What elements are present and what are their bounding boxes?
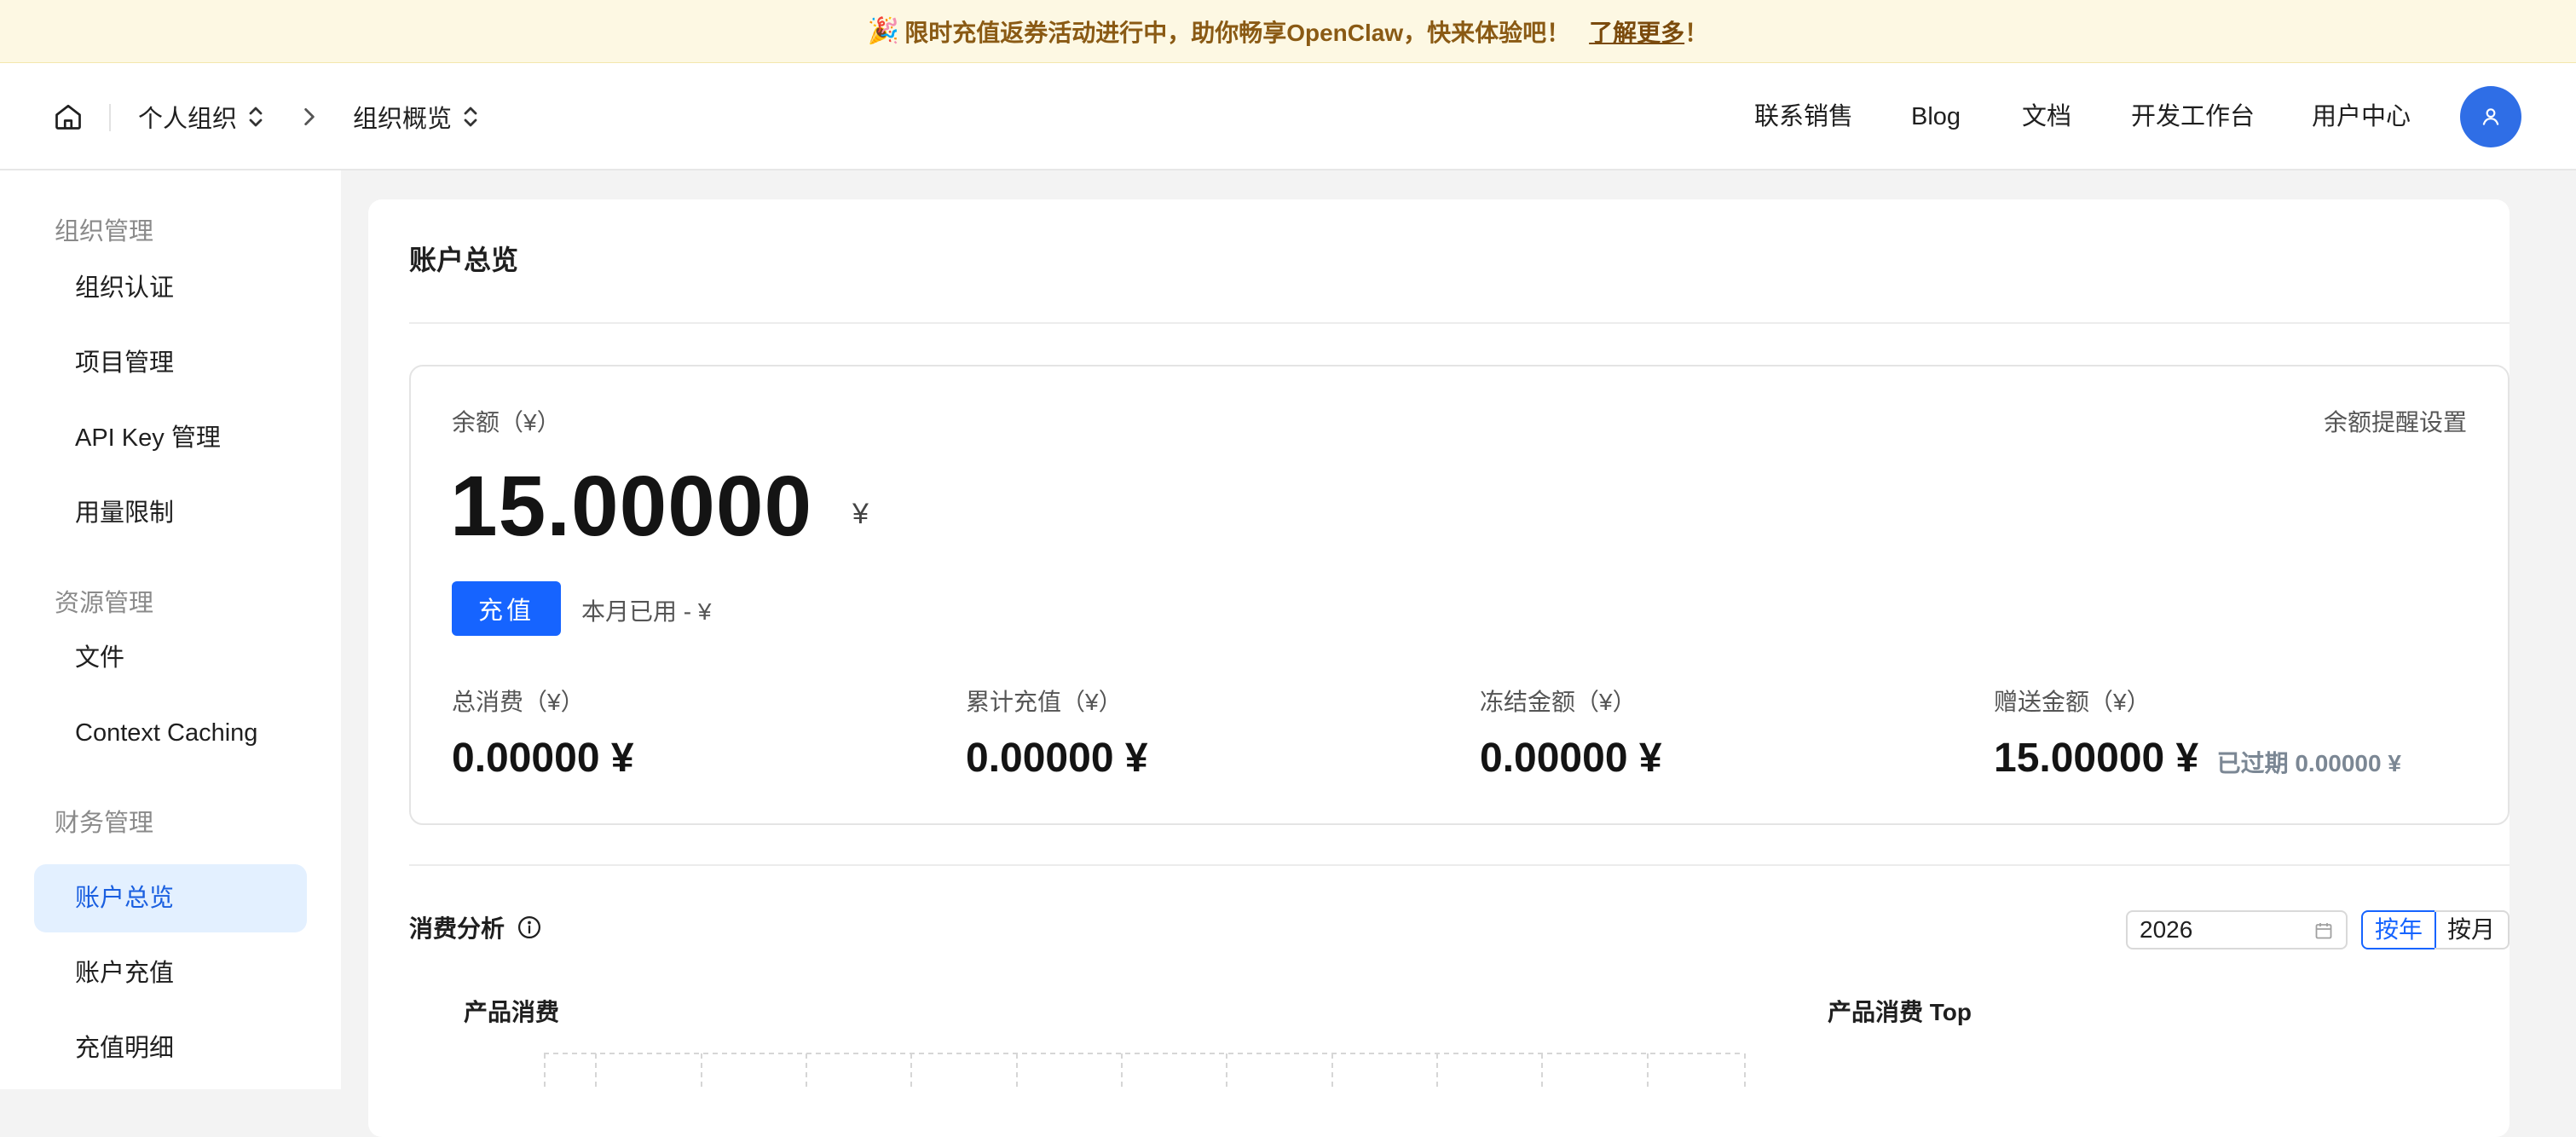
calendar-icon — [2315, 923, 2332, 939]
avatar[interactable] — [2460, 86, 2521, 147]
stat-frozen-amount: 冻结金额（¥） 0.00000 ¥ — [1480, 684, 1662, 782]
stat-gift-amount: 赠送金额（¥） 15.00000 ¥ 已过期 0.00000 ¥ — [1994, 684, 2401, 782]
balance-label: 余额（¥） — [452, 409, 561, 436]
year-picker-value: 2026 — [2140, 916, 2193, 943]
balance-reminder-settings-link[interactable]: 余额提醒设置 — [2324, 404, 2467, 438]
page-title: 账户总览 — [409, 245, 519, 275]
nav-link-dev-console[interactable]: 开发工作台 — [2131, 97, 2255, 136]
title-divider — [409, 322, 2510, 324]
stat-value: 0.00000 ¥ — [966, 736, 1148, 781]
nav-link-blog[interactable]: Blog — [1911, 97, 1961, 136]
section-divider — [409, 864, 2510, 866]
nav-link-docs[interactable]: 文档 — [2022, 97, 2071, 136]
stat-value: 15.00000 ¥ — [1994, 736, 2199, 781]
sidebar: 组织管理 组织认证 项目管理 API Key 管理 用量限制 资源管理 文件 C… — [0, 170, 341, 1089]
chevron-up-down-icon — [249, 107, 263, 127]
top-navigation: 个人组织 组织概览 联系销售 Blog 文档 开发工作台 用户中心 — [0, 63, 2576, 170]
sidebar-item-account-recharge[interactable]: 账户充值 — [34, 939, 307, 1007]
party-popper-icon: 🎉 — [867, 17, 900, 45]
product-consumption-top-title: 产品消费 Top — [1828, 999, 1972, 1025]
consumption-analysis-title: 消费分析 — [409, 910, 542, 944]
nav-link-contact-sales[interactable]: 联系销售 — [1754, 97, 1853, 136]
stat-label: 总消费（¥） — [452, 689, 585, 715]
stat-total-recharge: 累计充值（¥） 0.00000 ¥ — [966, 684, 1148, 782]
expired-amount: 已过期 0.00000 ¥ — [2216, 750, 2401, 776]
banner-tail: ！ — [1684, 19, 1709, 46]
stat-value-row: 15.00000 ¥ 已过期 0.00000 ¥ — [1994, 735, 2401, 782]
stat-label: 赠送金额（¥） — [1994, 689, 2151, 715]
page-switcher-label: 组织概览 — [353, 106, 453, 133]
sidebar-group-resources: 资源管理 — [55, 590, 154, 617]
recharge-button[interactable]: 充值 — [452, 581, 561, 636]
product-consumption-chart-grid — [544, 1053, 1746, 1089]
stat-total-consumption: 总消费（¥） 0.00000 ¥ — [452, 684, 634, 782]
by-year-toggle[interactable]: 按年 — [2361, 910, 2436, 949]
balance-unit: ¥ — [852, 498, 869, 530]
stat-value: 0.00000 ¥ — [452, 736, 634, 781]
stat-label: 累计充值（¥） — [966, 689, 1123, 715]
sidebar-item-account-overview[interactable]: 账户总览 — [34, 864, 307, 932]
info-icon[interactable] — [517, 915, 542, 940]
org-switcher[interactable]: 个人组织 — [138, 97, 264, 136]
sidebar-item-usage-limits[interactable]: 用量限制 — [34, 479, 307, 547]
balance-card: 余额（¥） 余额提醒设置 15.00000 ¥ 充值 本月已用 - ¥ 总消费（… — [409, 365, 2510, 825]
stat-label: 冻结金额（¥） — [1480, 689, 1637, 715]
sidebar-item-context-caching[interactable]: Context Caching — [34, 699, 307, 767]
banner-text: 限时充值返券活动进行中，助你畅享OpenClaw，快来体验吧！ — [904, 19, 1571, 46]
sidebar-item-recharge-details[interactable]: 充值明细 — [34, 1014, 307, 1082]
section-title-label: 消费分析 — [409, 915, 505, 942]
nav-divider — [109, 104, 111, 131]
chevron-right-icon — [304, 107, 315, 126]
nav-link-user-center[interactable]: 用户中心 — [2312, 97, 2411, 136]
page-switcher[interactable]: 组织概览 — [353, 97, 479, 136]
sidebar-item-projects[interactable]: 项目管理 — [34, 329, 307, 397]
sidebar-group-org: 组织管理 — [55, 218, 154, 245]
sidebar-item-api-keys[interactable]: API Key 管理 — [34, 404, 307, 472]
sidebar-item-files[interactable]: 文件 — [34, 624, 307, 692]
stat-value: 0.00000 ¥ — [1480, 736, 1662, 781]
chevron-up-down-icon — [464, 107, 477, 127]
main-content: 账户总览 余额（¥） 余额提醒设置 15.00000 ¥ 充值 本月已用 - ¥… — [368, 199, 2510, 1137]
chart-gridlines — [544, 1053, 1746, 1089]
month-used-text: 本月已用 - ¥ — [581, 598, 712, 625]
sidebar-item-org-verification[interactable]: 组织认证 — [34, 254, 307, 322]
learn-more-link[interactable]: 了解更多 — [1589, 14, 1684, 49]
year-picker[interactable]: 2026 — [2126, 910, 2348, 949]
announcement-banner: 🎉 限时充值返券活动进行中，助你畅享OpenClaw，快来体验吧！ 了解更多 ！ — [0, 0, 2576, 63]
balance-amount: 15.00000 — [450, 459, 813, 554]
by-month-toggle[interactable]: 按月 — [2434, 910, 2510, 949]
product-consumption-title: 产品消费 — [464, 999, 560, 1025]
sidebar-group-finance: 财务管理 — [55, 810, 154, 837]
org-switcher-label: 个人组织 — [138, 106, 238, 133]
home-icon[interactable] — [53, 101, 84, 132]
user-icon — [2482, 108, 2499, 125]
